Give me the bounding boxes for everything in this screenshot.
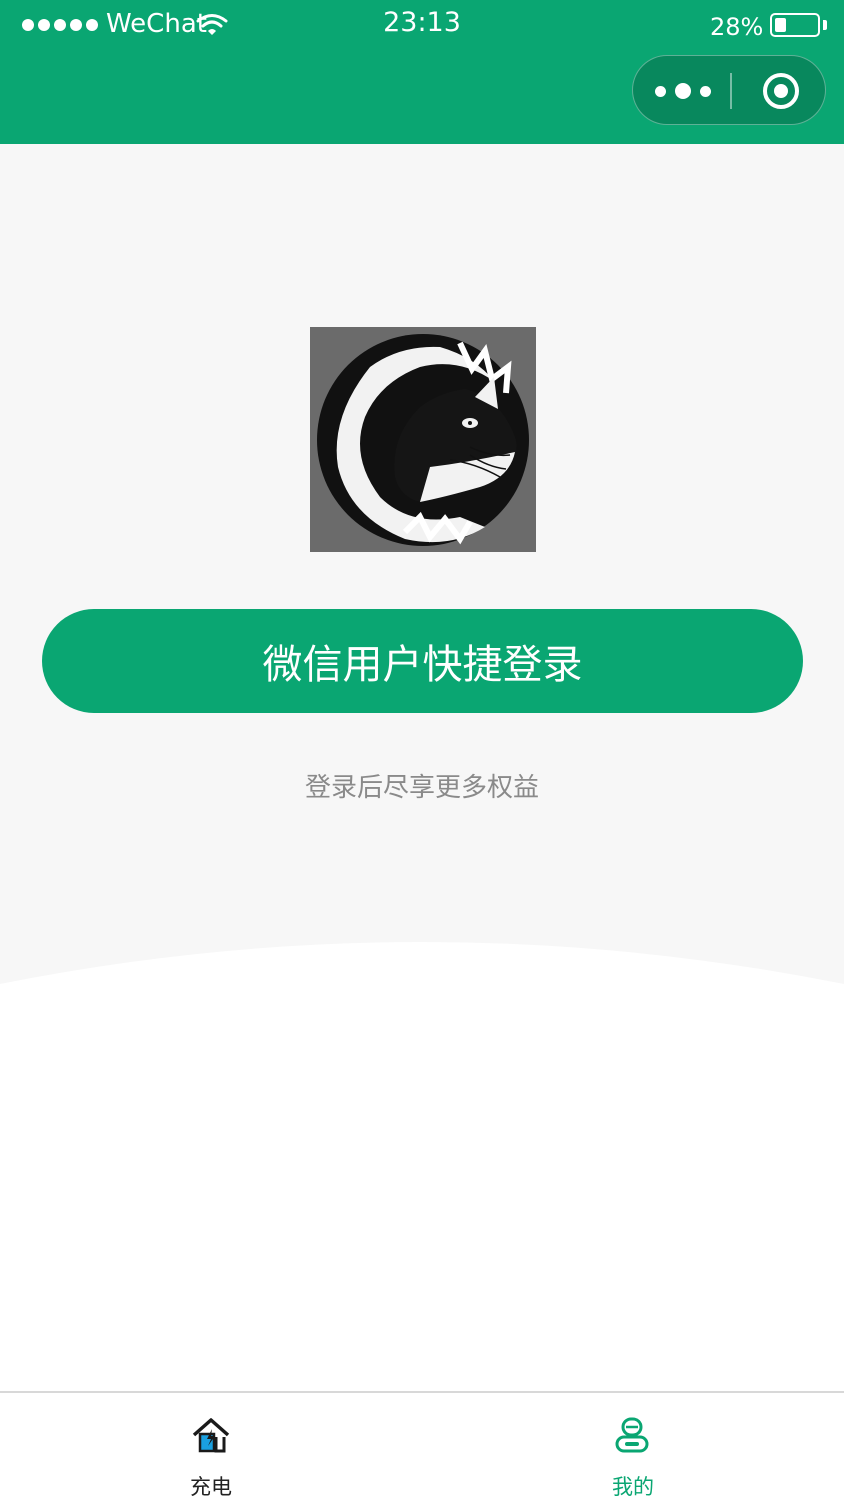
battery-fill	[775, 18, 786, 32]
bottom-tab-bar: 充电 我的	[0, 1391, 844, 1506]
wechat-mini-program-screen: WeChat 23:13 28% 微信用户快捷登录 登录后尽享更多权益 充电 我…	[0, 0, 844, 1506]
wechat-quick-login-button[interactable]: 微信用户快捷登录	[42, 609, 803, 713]
tab-me[interactable]: 我的	[422, 1393, 844, 1506]
battery-tip	[823, 20, 827, 30]
tab-charge-label: 充电	[190, 1475, 232, 1499]
battery-icon	[770, 13, 820, 37]
panther-logo	[310, 327, 536, 552]
target-circle-icon[interactable]	[761, 71, 801, 111]
home-charge-icon	[192, 1418, 230, 1453]
tab-charge[interactable]: 充电	[0, 1393, 422, 1506]
more-dots-icon[interactable]	[655, 78, 711, 104]
tab-me-label: 我的	[612, 1475, 654, 1499]
background-wave	[0, 942, 844, 1400]
login-benefit-hint: 登录后尽享更多权益	[304, 773, 539, 803]
user-profile-icon	[615, 1417, 649, 1453]
navigation-bar: WeChat 23:13 28%	[0, 0, 844, 144]
mini-program-capsule	[632, 55, 826, 125]
status-bar: WeChat 23:13 28%	[0, 0, 844, 50]
capsule-divider	[730, 73, 732, 109]
panther-logo-graphic	[317, 334, 529, 546]
battery-percent: 28%	[710, 13, 764, 41]
